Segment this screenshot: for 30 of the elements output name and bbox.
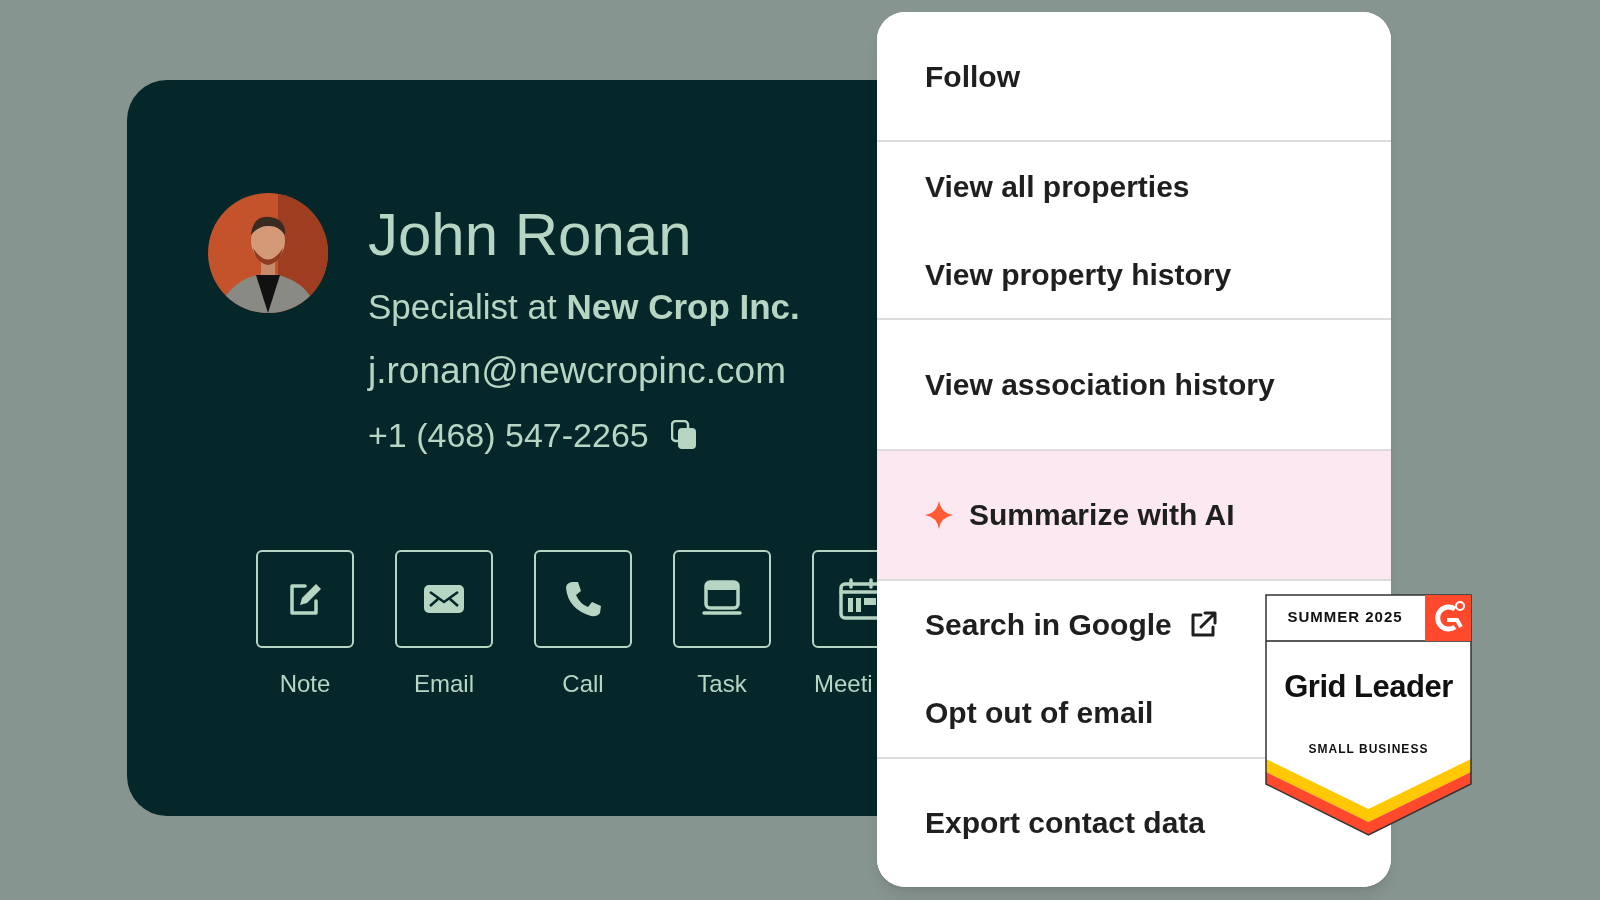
g2-logo-icon [1425, 595, 1471, 641]
menu-item[interactable]: Summarize with AI [969, 492, 1235, 538]
menu-item[interactable]: Export contact data [925, 800, 1206, 846]
action-label: Call [562, 669, 604, 699]
envelope-icon [423, 584, 465, 614]
note-button[interactable] [256, 550, 354, 648]
action-label: Meeti [813, 669, 873, 699]
badge-title: Grid Leader [1283, 668, 1454, 706]
action-label: Task [697, 669, 747, 699]
action-label: Email [414, 669, 474, 699]
email-link[interactable]: j.ronan@newcropinc.com [368, 349, 787, 393]
menu-item[interactable]: Opt out of email [925, 690, 1154, 736]
job-title: Specialist at New Crop Inc. [368, 286, 800, 328]
phone-icon [563, 579, 603, 619]
sparkle-icon [925, 500, 953, 529]
menu-item[interactable]: Follow [925, 53, 1020, 99]
task-button[interactable] [673, 550, 771, 648]
phone-number: +1 (468) 547-2265 [368, 415, 649, 456]
menu-item[interactable]: Search in Google [925, 602, 1172, 648]
menu-item[interactable]: View all properties [925, 163, 1190, 209]
menu-item[interactable]: View property history [925, 251, 1232, 297]
menu-item[interactable]: View association history [925, 361, 1275, 407]
badge-subtitle: SMALL BUSINESS [1307, 741, 1430, 758]
email-button[interactable] [395, 550, 493, 648]
calendar-icon [839, 578, 877, 620]
copy-icon[interactable] [670, 420, 697, 450]
badge-season: SUMMER 2025 [1286, 607, 1404, 628]
action-label: Note [279, 669, 331, 699]
contact-name: John Ronan [368, 200, 693, 270]
call-button[interactable] [534, 550, 632, 648]
